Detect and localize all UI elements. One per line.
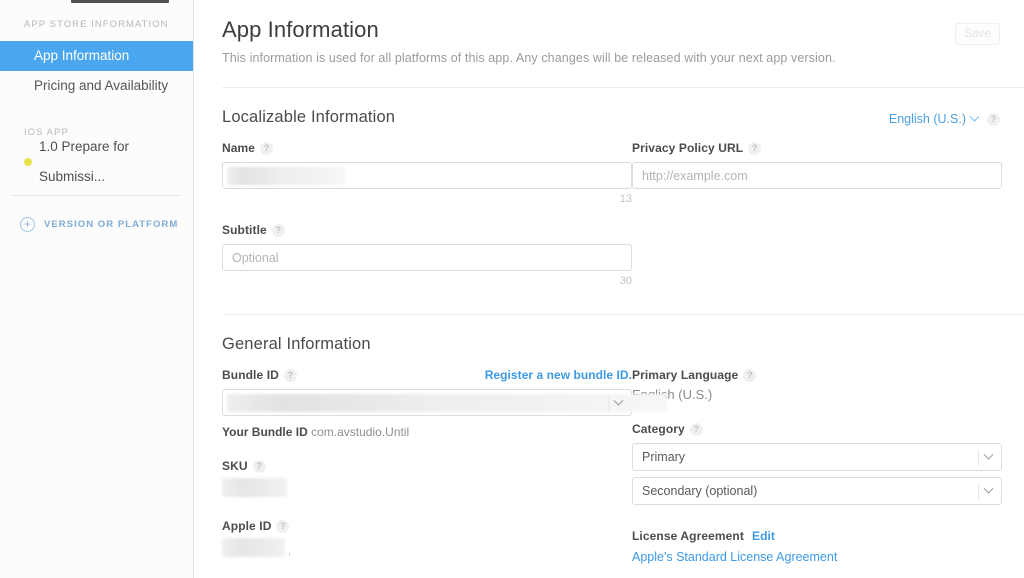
chevron-down-icon: [970, 111, 980, 121]
sidebar-item-app-information[interactable]: App Information: [0, 41, 193, 71]
subtitle-field-label: Subtitle ?: [222, 223, 632, 237]
register-new-bundle-id-link[interactable]: Register a new bundle ID.: [485, 368, 632, 382]
category-label-text: Category: [632, 422, 685, 436]
select-divider: [608, 396, 609, 412]
general-left-column: Bundle ID ? Register a new bundle ID. Yo…: [222, 368, 632, 578]
subtitle-placeholder: Optional: [232, 251, 279, 265]
license-agreement-edit-link[interactable]: Edit: [752, 529, 775, 543]
localizable-right-column: Privacy Policy URL ? http://example.com: [632, 141, 1024, 287]
sku-value-redacted: [222, 478, 287, 497]
app-information-page: APP STORE INFORMATION App Information Pr…: [0, 0, 1024, 578]
subtitle-label-text: Subtitle: [222, 223, 267, 237]
category-label: Category ?: [632, 422, 1002, 436]
bundle-id-note-label: Your Bundle ID: [222, 425, 308, 439]
license-agreement-label-text: License Agreement: [632, 529, 744, 543]
sidebar-divider: [12, 195, 181, 196]
primary-language-value: English (U.S.): [632, 387, 1002, 402]
license-agreement-link[interactable]: Apple's Standard License Agreement: [632, 550, 837, 564]
sku-label-text: SKU: [222, 459, 248, 473]
status-dot-icon: [24, 158, 32, 166]
bundle-id-select[interactable]: [222, 389, 632, 416]
help-icon[interactable]: ?: [748, 142, 761, 155]
bundle-id-note-value: com.avstudio.Until: [311, 425, 409, 439]
main-content: App Information This information is used…: [194, 0, 1024, 578]
help-icon[interactable]: ?: [987, 113, 1000, 126]
name-character-counter: 13: [222, 193, 632, 205]
sidebar-item-version-1-0[interactable]: 1.0 Prepare for Submissi...: [0, 147, 193, 177]
primary-language-label-text: Primary Language: [632, 368, 738, 382]
sidebar-item-label: 1.0 Prepare for Submissi...: [39, 132, 193, 192]
redacted-value: [227, 394, 667, 412]
help-icon[interactable]: ?: [276, 520, 289, 533]
help-icon[interactable]: ?: [253, 460, 266, 473]
chevron-down-icon: [984, 450, 994, 460]
privacy-policy-label-text: Privacy Policy URL: [632, 141, 743, 155]
license-agreement-label: License Agreement Edit: [632, 529, 1002, 543]
page-subtitle: This information is used for all platfor…: [222, 51, 1024, 65]
category-secondary-select[interactable]: Secondary (optional): [632, 477, 1002, 505]
general-information-section: General Information Bundle ID ? Register…: [222, 315, 1024, 578]
help-icon[interactable]: ?: [284, 369, 297, 382]
plus-circle-icon: +: [20, 217, 35, 232]
page-header: App Information This information is used…: [222, 0, 1024, 65]
name-field-label: Name ?: [222, 141, 632, 155]
privacy-policy-url-label: Privacy Policy URL ?: [632, 141, 1002, 155]
add-version-or-platform-button[interactable]: + VERSION OR PLATFORM: [0, 217, 193, 232]
chevron-down-icon: [984, 484, 994, 494]
apple-id-value-redacted: [222, 538, 285, 557]
name-label-text: Name: [222, 141, 255, 155]
bundle-id-note: Your Bundle ID com.avstudio.Until: [222, 425, 632, 439]
general-columns: Bundle ID ? Register a new bundle ID. Yo…: [222, 368, 1024, 578]
sidebar: APP STORE INFORMATION App Information Pr…: [0, 0, 194, 578]
subtitle-character-counter: 30: [222, 275, 632, 287]
help-icon[interactable]: ?: [743, 369, 756, 382]
bundle-id-row: Bundle ID ? Register a new bundle ID.: [222, 368, 632, 416]
page-title: App Information: [222, 17, 1024, 43]
redacted-value: [227, 167, 345, 185]
general-section-title: General Information: [222, 335, 1024, 354]
apple-id-value-row: ,: [222, 538, 632, 557]
save-button[interactable]: Save: [955, 23, 1000, 45]
apple-id-value-tail: ,: [288, 545, 291, 557]
privacy-policy-placeholder: http://example.com: [642, 169, 748, 183]
sidebar-item-pricing-and-availability[interactable]: Pricing and Availability: [0, 71, 193, 101]
subtitle-input[interactable]: Optional: [222, 244, 632, 271]
category-secondary-value: Secondary (optional): [642, 484, 757, 498]
sidebar-item-label: Pricing and Availability: [34, 78, 168, 93]
name-input[interactable]: [222, 162, 632, 189]
localizable-left-column: Name ? 13 Subtitle ? Optional 30: [222, 141, 632, 287]
localizable-columns: Name ? 13 Subtitle ? Optional 30: [222, 141, 1024, 287]
localizable-information-section: Localizable Information English (U.S.) ?…: [222, 88, 1024, 287]
apple-id-label-text: Apple ID: [222, 519, 271, 533]
add-version-or-platform-label: VERSION OR PLATFORM: [44, 219, 178, 230]
help-icon[interactable]: ?: [690, 423, 703, 436]
help-icon[interactable]: ?: [260, 142, 273, 155]
primary-language-label: Primary Language ?: [632, 368, 1002, 382]
privacy-policy-url-input[interactable]: http://example.com: [632, 162, 1002, 189]
category-primary-value: Primary: [642, 450, 685, 464]
language-selector-label: English (U.S.): [889, 112, 966, 126]
bundle-id-label-text: Bundle ID: [222, 368, 279, 382]
category-primary-select[interactable]: Primary: [632, 443, 1002, 471]
general-right-column: Primary Language ? English (U.S.) Catego…: [632, 368, 1024, 578]
window-chrome-stub: [71, 0, 169, 3]
help-icon[interactable]: ?: [272, 224, 285, 237]
select-divider: [978, 450, 979, 466]
language-selector[interactable]: English (U.S.) ?: [889, 112, 1000, 126]
select-divider: [978, 484, 979, 500]
sidebar-item-label: App Information: [34, 48, 129, 63]
apple-id-label: Apple ID ?: [222, 519, 632, 533]
sidebar-group-label-app-store: APP STORE INFORMATION: [0, 19, 193, 30]
sku-label: SKU ?: [222, 459, 632, 473]
